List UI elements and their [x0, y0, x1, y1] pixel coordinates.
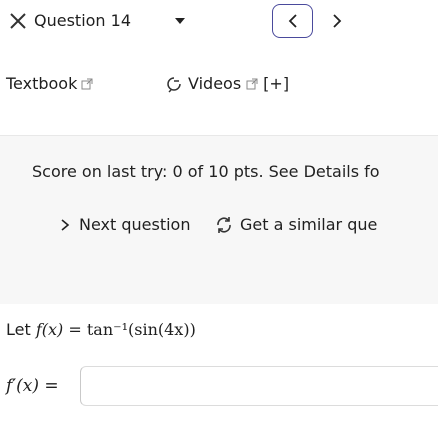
previous-question-button[interactable]: [272, 4, 313, 38]
question-title[interactable]: Question 14: [34, 10, 131, 32]
close-icon[interactable]: [6, 9, 30, 33]
chevron-left-icon: [288, 14, 297, 28]
question-header: Question 14: [0, 0, 438, 54]
chevron-right-icon: [333, 14, 342, 28]
answer-label: f′(x) =: [6, 376, 59, 396]
function-definition: = tan⁻¹(sin(4x)): [68, 320, 196, 339]
chevron-right-icon: [61, 219, 70, 231]
problem-statement: Let f(x) = tan⁻¹(sin(4x)): [6, 318, 196, 342]
similar-question-label: Get a similar que: [240, 215, 378, 234]
score-summary: Score on last try: 0 of 10 pts. See Deta…: [32, 162, 380, 181]
function-name: f(x): [35, 320, 64, 339]
external-link-icon: [246, 78, 258, 90]
external-link-icon: [81, 78, 93, 90]
next-question-label: Next question: [79, 215, 191, 234]
chevron-down-icon[interactable]: [170, 12, 190, 30]
answer-input[interactable]: [80, 366, 438, 406]
next-question-arrow-button[interactable]: [320, 4, 354, 38]
score-panel: Score on last try: 0 of 10 pts. See Deta…: [0, 135, 438, 304]
similar-question-button[interactable]: Get a similar que: [215, 214, 377, 236]
textbook-label: Textbook: [6, 74, 78, 93]
videos-link[interactable]: Videos: [188, 72, 241, 96]
video-icon: [167, 77, 181, 93]
videos-group: Videos [+]: [165, 72, 289, 96]
problem-intro: Let: [6, 320, 36, 339]
textbook-link[interactable]: Textbook: [6, 72, 93, 96]
more-videos-button[interactable]: [+]: [263, 72, 289, 96]
next-question-button[interactable]: Next question: [60, 214, 190, 236]
refresh-icon: [217, 217, 231, 233]
